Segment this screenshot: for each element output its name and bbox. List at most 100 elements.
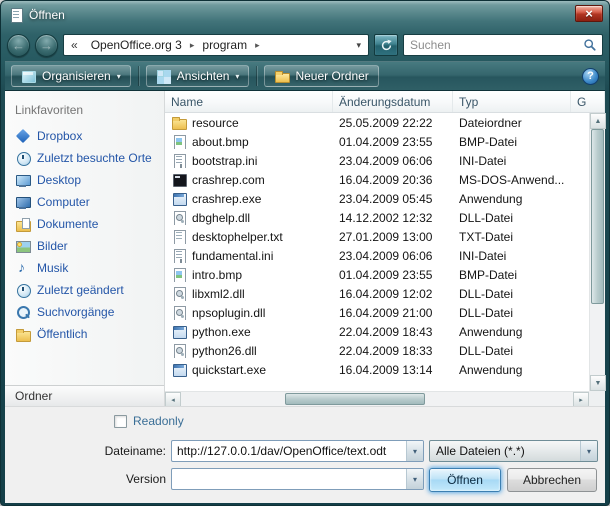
views-button[interactable]: Ansichten ▾	[146, 65, 250, 87]
file-name: python26.dll	[192, 344, 257, 358]
folders-expander-bar[interactable]: Ordner	[5, 385, 164, 406]
refresh-button[interactable]	[374, 34, 398, 56]
breadcrumb-item-openoffice[interactable]: OpenOffice.org 3	[85, 38, 188, 52]
file-name: crashrep.com	[192, 173, 265, 187]
readonly-checkbox[interactable]	[114, 415, 127, 428]
sidebar-item-dropbox[interactable]: Dropbox	[5, 125, 164, 147]
public-folder-icon	[15, 327, 31, 342]
breadcrumb-item-program[interactable]: program	[196, 38, 253, 52]
file-date: 27.01.2009 13:00	[333, 230, 453, 244]
music-icon	[15, 261, 31, 276]
sidebar-item-public[interactable]: Öffentlich	[5, 323, 164, 345]
sidebar-item-pictures[interactable]: Bilder	[5, 235, 164, 257]
file-row[interactable]: resource 25.05.2009 22:22 Dateiordner	[165, 113, 589, 132]
file-row[interactable]: about.bmp 01.04.2009 23:55 BMP-Datei	[165, 132, 589, 151]
filename-dropdown-button[interactable]: ▾	[406, 441, 423, 461]
file-name-cell: npsoplugin.dll	[165, 306, 333, 320]
file-row[interactable]: quickstart.exe 16.04.2009 13:14 Anwendun…	[165, 360, 589, 379]
file-row[interactable]: fundamental.ini 23.04.2009 06:06 INI-Dat…	[165, 246, 589, 265]
column-header-name[interactable]: Name	[165, 91, 333, 112]
sidebar-item-searches[interactable]: Suchvorgänge	[5, 301, 164, 323]
search-input[interactable]	[404, 38, 583, 52]
file-type: INI-Datei	[453, 249, 571, 263]
sidebar-item-documents[interactable]: Dokumente	[5, 213, 164, 235]
file-row[interactable]: desktophelper.txt 27.01.2009 13:00 TXT-D…	[165, 227, 589, 246]
filetype-combobox[interactable]: Alle Dateien (*.*) ▾	[429, 440, 598, 462]
scroll-right-icon: ▸	[579, 396, 583, 404]
scroll-left-icon: ◂	[171, 396, 175, 404]
horizontal-scrollbar[interactable]: ◂ ▸	[165, 391, 589, 406]
titlebar[interactable]: Öffnen ×	[1, 1, 609, 29]
favorite-links-header: Linkfavoriten	[5, 91, 164, 125]
close-button[interactable]: ×	[575, 5, 603, 22]
file-row[interactable]: bootstrap.ini 23.04.2009 06:06 INI-Datei	[165, 151, 589, 170]
scroll-right-button[interactable]: ▸	[573, 392, 589, 407]
readonly-label[interactable]: Readonly	[133, 414, 184, 428]
file-name: python.exe	[192, 325, 251, 339]
dll-file-icon	[171, 344, 187, 358]
file-row[interactable]: python26.dll 22.04.2009 18:33 DLL-Datei	[165, 341, 589, 360]
sidebar-item-label: Dropbox	[37, 129, 82, 143]
file-type: Anwendung	[453, 192, 571, 206]
vertical-scrollbar[interactable]: ▲ ▼	[589, 113, 605, 391]
forward-button[interactable]: →	[35, 34, 58, 57]
file-row[interactable]: libxml2.dll 16.04.2009 12:02 DLL-Datei	[165, 284, 589, 303]
scroll-up-button[interactable]: ▲	[590, 113, 606, 129]
cancel-button[interactable]: Abbrechen	[507, 468, 597, 492]
readonly-option: Readonly	[114, 414, 184, 428]
breadcrumb-overflow-chevron[interactable]: «	[64, 38, 85, 52]
views-icon	[156, 69, 171, 83]
chevron-down-icon: ▾	[413, 475, 417, 484]
file-row[interactable]: crashrep.exe 23.04.2009 05:45 Anwendung	[165, 189, 589, 208]
sidebar-item-recent-places[interactable]: Zuletzt besuchte Orte	[5, 147, 164, 169]
open-button[interactable]: Öffnen	[429, 468, 501, 492]
file-row[interactable]: intro.bmp 01.04.2009 23:55 BMP-Datei	[165, 265, 589, 284]
file-type: TXT-Datei	[453, 230, 571, 244]
scroll-left-button[interactable]: ◂	[165, 392, 181, 407]
file-date: 16.04.2009 21:00	[333, 306, 453, 320]
filename-input[interactable]	[172, 444, 406, 458]
sidebar-item-recent-changes[interactable]: Zuletzt geändert	[5, 279, 164, 301]
sidebar-item-computer[interactable]: Computer	[5, 191, 164, 213]
breadcrumb-separator-icon[interactable]: ▸	[188, 40, 197, 51]
file-name: crashrep.exe	[192, 192, 261, 206]
version-combobox[interactable]: ▾	[171, 468, 424, 490]
file-row[interactable]: python.exe 22.04.2009 18:43 Anwendung	[165, 322, 589, 341]
file-row[interactable]: dbghelp.dll 14.12.2002 12:32 DLL-Datei	[165, 208, 589, 227]
horizontal-scroll-track[interactable]	[181, 392, 573, 406]
sidebar-item-music[interactable]: Musik	[5, 257, 164, 279]
organize-icon	[21, 69, 36, 83]
dos-application-icon	[171, 173, 187, 187]
help-button[interactable]: ?	[582, 68, 599, 85]
search-icon[interactable]	[583, 38, 597, 52]
toolbar-divider	[138, 66, 139, 86]
file-type: DLL-Datei	[453, 211, 571, 225]
vertical-scroll-thumb[interactable]	[591, 129, 604, 304]
refresh-icon	[380, 39, 393, 52]
chevron-down-icon: ▾	[235, 72, 239, 81]
new-folder-button[interactable]: Neuer Ordner	[264, 65, 378, 87]
back-arrow-icon: ←	[12, 39, 25, 52]
breadcrumb-separator-icon[interactable]: ▸	[253, 40, 262, 51]
application-icon	[171, 192, 187, 206]
file-type: BMP-Datei	[453, 268, 571, 282]
file-date: 22.04.2009 18:33	[333, 344, 453, 358]
sidebar-item-desktop[interactable]: Desktop	[5, 169, 164, 191]
file-row[interactable]: npsoplugin.dll 16.04.2009 21:00 DLL-Date…	[165, 303, 589, 322]
organize-button[interactable]: Organisieren ▾	[11, 65, 131, 87]
file-date: 22.04.2009 18:43	[333, 325, 453, 339]
version-dropdown-button[interactable]: ▾	[406, 469, 423, 489]
file-row[interactable]: crashrep.com 16.04.2009 20:36 MS-DOS-Anw…	[165, 170, 589, 189]
filetype-dropdown-button[interactable]: ▾	[580, 441, 597, 461]
breadcrumb-dropdown-icon[interactable]: ▾	[349, 40, 368, 51]
list-header: Name Änderungsdatum Typ G	[165, 91, 605, 113]
scroll-down-button[interactable]: ▼	[590, 375, 606, 391]
file-type: Anwendung	[453, 363, 571, 377]
column-header-type[interactable]: Typ	[453, 91, 571, 112]
column-header-size[interactable]: G	[571, 91, 605, 112]
back-button[interactable]: ←	[7, 34, 30, 57]
horizontal-scroll-thumb[interactable]	[285, 393, 425, 405]
column-header-date[interactable]: Änderungsdatum	[333, 91, 453, 112]
sidebar-item-label: Desktop	[37, 173, 81, 187]
ini-file-icon	[171, 154, 187, 168]
